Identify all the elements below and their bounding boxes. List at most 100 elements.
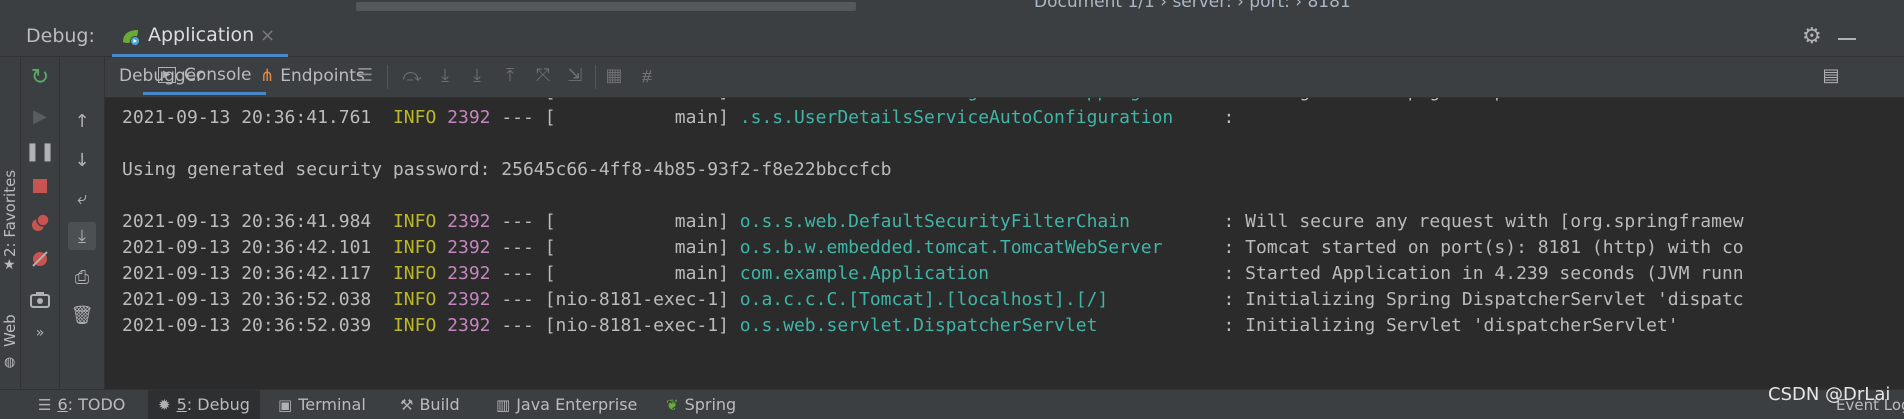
log-pid: 2392 [447,263,491,284]
tab-endpoints[interactable]: ⋔ Endpoints [260,57,365,95]
breadcrumb[interactable]: Document 1/1 › server: › port: › 8181 [1034,0,1351,12]
build-tool-button[interactable]: ⚒ Build [400,390,460,419]
pause-icon[interactable]: ❚❚ [25,137,55,165]
view-breakpoints-icon[interactable] [26,209,54,237]
console-line: 2021-09-13 20:36:41.574 INFO 2392 --- [ … [122,98,1624,102]
log-logger[interactable]: .s.s.UserDetailsServiceAutoConfiguration [740,108,1202,128]
console-text: Using generated security password: 25645… [122,159,892,180]
evaluate-expression-icon[interactable]: ▦ [602,65,626,86]
trash-icon[interactable]: 🗑 [68,301,96,329]
log-level: INFO [393,98,436,102]
step-into-icon[interactable]: ⤓ [433,65,457,86]
log-message: : Started Application in 4.239 seconds (… [1223,263,1744,284]
console-line: Using generated security password: 25645… [122,160,891,180]
mute-breakpoints-icon[interactable] [26,245,54,273]
log-level: INFO [392,315,437,336]
java-enterprise-tool-button[interactable]: ▥ Java Enterprise [496,390,637,419]
log-pid: 2392 [447,98,490,102]
minimize-icon[interactable] [1838,38,1856,40]
web-tool-button[interactable]: Web [1,314,19,347]
step-over-icon[interactable]: ⤼ [400,65,424,86]
log-logger[interactable]: o.s.web.servlet.DispatcherServlet [740,316,1202,336]
run-to-cursor-icon[interactable]: ⇲ [563,65,587,86]
editor-top-strip: Document 1/1 › server: › port: › 8181 [0,0,1904,18]
camera-icon[interactable] [26,285,54,313]
log-timestamp: 2021-09-13 20:36:42.101 [122,237,372,258]
tab-application[interactable]: Application × [112,18,288,57]
up-arrow-icon[interactable]: ↑ [68,107,96,135]
log-separator: --- [501,237,534,258]
log-timestamp: 2021-09-13 20:36:42.117 [122,263,372,284]
favorites-tool-button[interactable]: 2: Favorites [1,170,19,257]
console-line: 2021-09-13 20:36:52.038 INFO 2392 --- [n… [122,290,1744,310]
console-actions-column: ↑ ↓ ⤶ ⤓ ⎙ 🗑 [60,57,105,389]
log-logger[interactable]: o.s.b.a.w.s.WelcomePageHandlerMapping [740,98,1202,102]
globe-icon: ◍ [4,355,16,370]
tab-console[interactable]: ▶ Console [143,57,266,95]
log-timestamp: 2021-09-13 20:36:41.984 [122,211,372,232]
soft-wrap-icon[interactable]: ⤶ [68,184,96,212]
log-separator: --- [501,315,534,336]
log-logger[interactable]: com.example.Application [740,264,1202,284]
spring-leaf-icon: ❦ [666,395,679,414]
trace-stream-icon[interactable]: ⧥ [635,65,659,86]
console-line: 2021-09-13 20:36:41.984 INFO 2392 --- [ … [122,212,1744,232]
console-icon: ▶ [158,66,176,83]
spring-tool-button[interactable]: ❦ Spring [666,390,736,419]
debug-label: Debug: [26,25,95,47]
log-separator: --- [501,263,534,284]
log-thread: [ main] [544,107,729,128]
console-output[interactable]: 2021-09-13 20:36:41.574 INFO 2392 --- [ … [105,98,1904,389]
log-message: : Initializing Servlet 'dispatcherServle… [1223,315,1679,336]
drop-frame-icon[interactable]: ⤧ [531,65,555,86]
log-message: : Initializing Spring DispatcherServlet … [1223,289,1744,310]
bottom-tool-bar: ☰ 6: TODO ✹ 5: Debug ▣ Terminal ⚒ Build … [0,384,1904,419]
log-message: : Adding welcome page template: index [1223,98,1624,102]
bug-icon: ✹ [158,395,171,414]
terminal-icon: ▣ [278,395,293,414]
log-level: INFO [392,211,437,232]
horizontal-scrollbar[interactable] [356,2,856,11]
debug-actions-column: ↻ ▶ ❚❚ » [21,57,60,389]
log-thread: [ main] [544,211,729,232]
log-level: INFO [392,237,437,258]
toolbar-separator [595,65,596,89]
close-icon[interactable]: × [260,25,275,46]
stop-icon[interactable] [26,172,54,200]
todo-tool-button[interactable]: ☰ 6: TODO [32,390,131,419]
more-actions-icon[interactable]: » [26,319,54,347]
console-line: 2021-09-13 20:36:52.039 INFO 2392 --- [n… [122,316,1679,336]
java-enterprise-icon: ▥ [496,395,511,414]
force-step-into-icon[interactable]: ⤓ [465,65,489,86]
watermark: CSDN @DrLai [1768,384,1891,405]
resume-icon[interactable]: ▶ [26,102,54,130]
log-thread: [ main] [544,263,729,284]
debug-tool-button[interactable]: ✹ 5: Debug [148,390,260,419]
log-pid: 2392 [447,315,491,336]
hammer-icon: ⚒ [400,395,414,414]
log-message: : Tomcat started on port(s): 8181 (http)… [1223,237,1744,258]
gear-icon[interactable]: ⚙ [1802,24,1822,49]
log-timestamp: 2021-09-13 20:36:41.761 [122,107,372,128]
print-icon[interactable]: ⎙ [68,263,96,291]
star-icon: ★ [3,257,16,273]
rerun-icon[interactable]: ↻ [26,63,54,91]
terminal-tool-button[interactable]: ▣ Terminal [278,390,366,419]
log-logger[interactable]: o.a.c.c.C.[Tomcat].[localhost].[/] [740,290,1202,310]
log-thread: [nio-8181-exec-1] [544,315,729,336]
log-level: INFO [392,289,437,310]
scroll-to-end-icon[interactable]: ⤓ [68,222,96,250]
log-level: INFO [392,107,437,128]
list-icon[interactable]: ☰ [353,65,377,86]
list-icon: ☰ [38,395,52,414]
endpoints-icon: ⋔ [260,66,275,86]
log-thread: [nio-8181-exec-1] [544,289,729,310]
debug-toolbar: Debugger ▶ Console ⋔ Endpoints ☰ ⤼ ⤓ ⤓ ⤒… [105,57,1904,98]
step-out-icon[interactable]: ⤒ [498,65,522,86]
down-arrow-icon[interactable]: ↓ [68,146,96,174]
tab-application-label: Application [148,24,255,46]
spring-boot-run-icon [120,27,142,51]
layout-settings-icon[interactable]: ▤ [1819,65,1843,86]
log-logger[interactable]: o.s.b.w.embedded.tomcat.TomcatWebServer [740,238,1202,258]
log-logger[interactable]: o.s.s.web.DefaultSecurityFilterChain [740,212,1202,232]
